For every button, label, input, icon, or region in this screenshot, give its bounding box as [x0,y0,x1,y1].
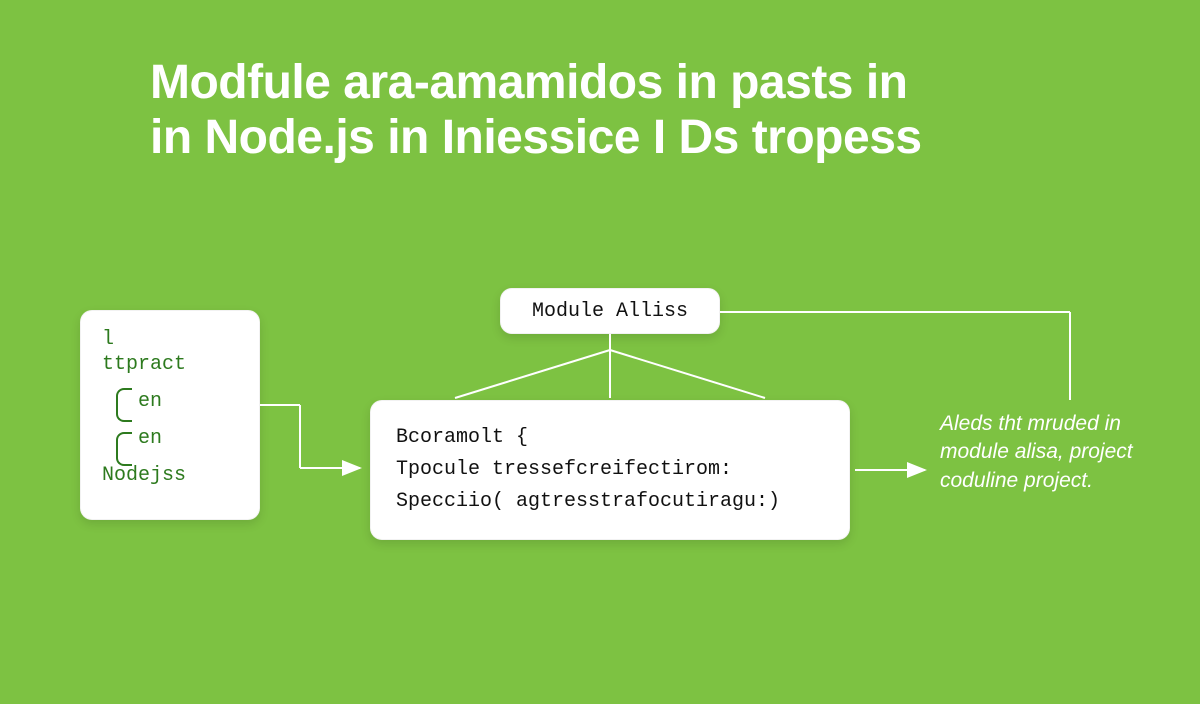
center-code-l1: Bcoramolt { [396,422,824,454]
title-line-1: Modfule ara-amamidos in pasts in [150,55,1050,110]
left-code-card: l ttpract en en Nodejss [80,310,260,520]
center-code-card: Bcoramolt { Tpocule tressefcreifectirom:… [370,400,850,540]
arrow-left-to-center [260,405,360,468]
left-code-l1: l [102,328,242,351]
brace-icon [116,388,132,422]
brace-icon [116,432,132,466]
title-line-2: in Node.js in Iniessice I Ds tropess [150,110,1050,165]
slide-title: Modfule ara-amamidos in pasts in in Node… [150,55,1050,165]
center-code-l2: Tpocule tressefcreifectirom: [396,454,824,486]
left-code-en1: en [138,390,242,413]
module-tree-connector [455,334,765,398]
module-label-text: Module Alliss [532,300,688,323]
left-code-l2: ttpract [102,353,242,376]
module-label-box: Module Alliss [500,288,720,334]
module-to-caption-connector [720,312,1070,400]
center-code-l3: Specciio( agtresstrafocutiragu:) [396,486,824,518]
right-caption: Aleds tht mruded in module alisa, projec… [940,410,1170,495]
caption-text: Aleds tht mruded in module alisa, projec… [940,412,1133,492]
left-code-bottom: Nodejss [102,464,242,487]
left-code-en2: en [138,427,242,450]
